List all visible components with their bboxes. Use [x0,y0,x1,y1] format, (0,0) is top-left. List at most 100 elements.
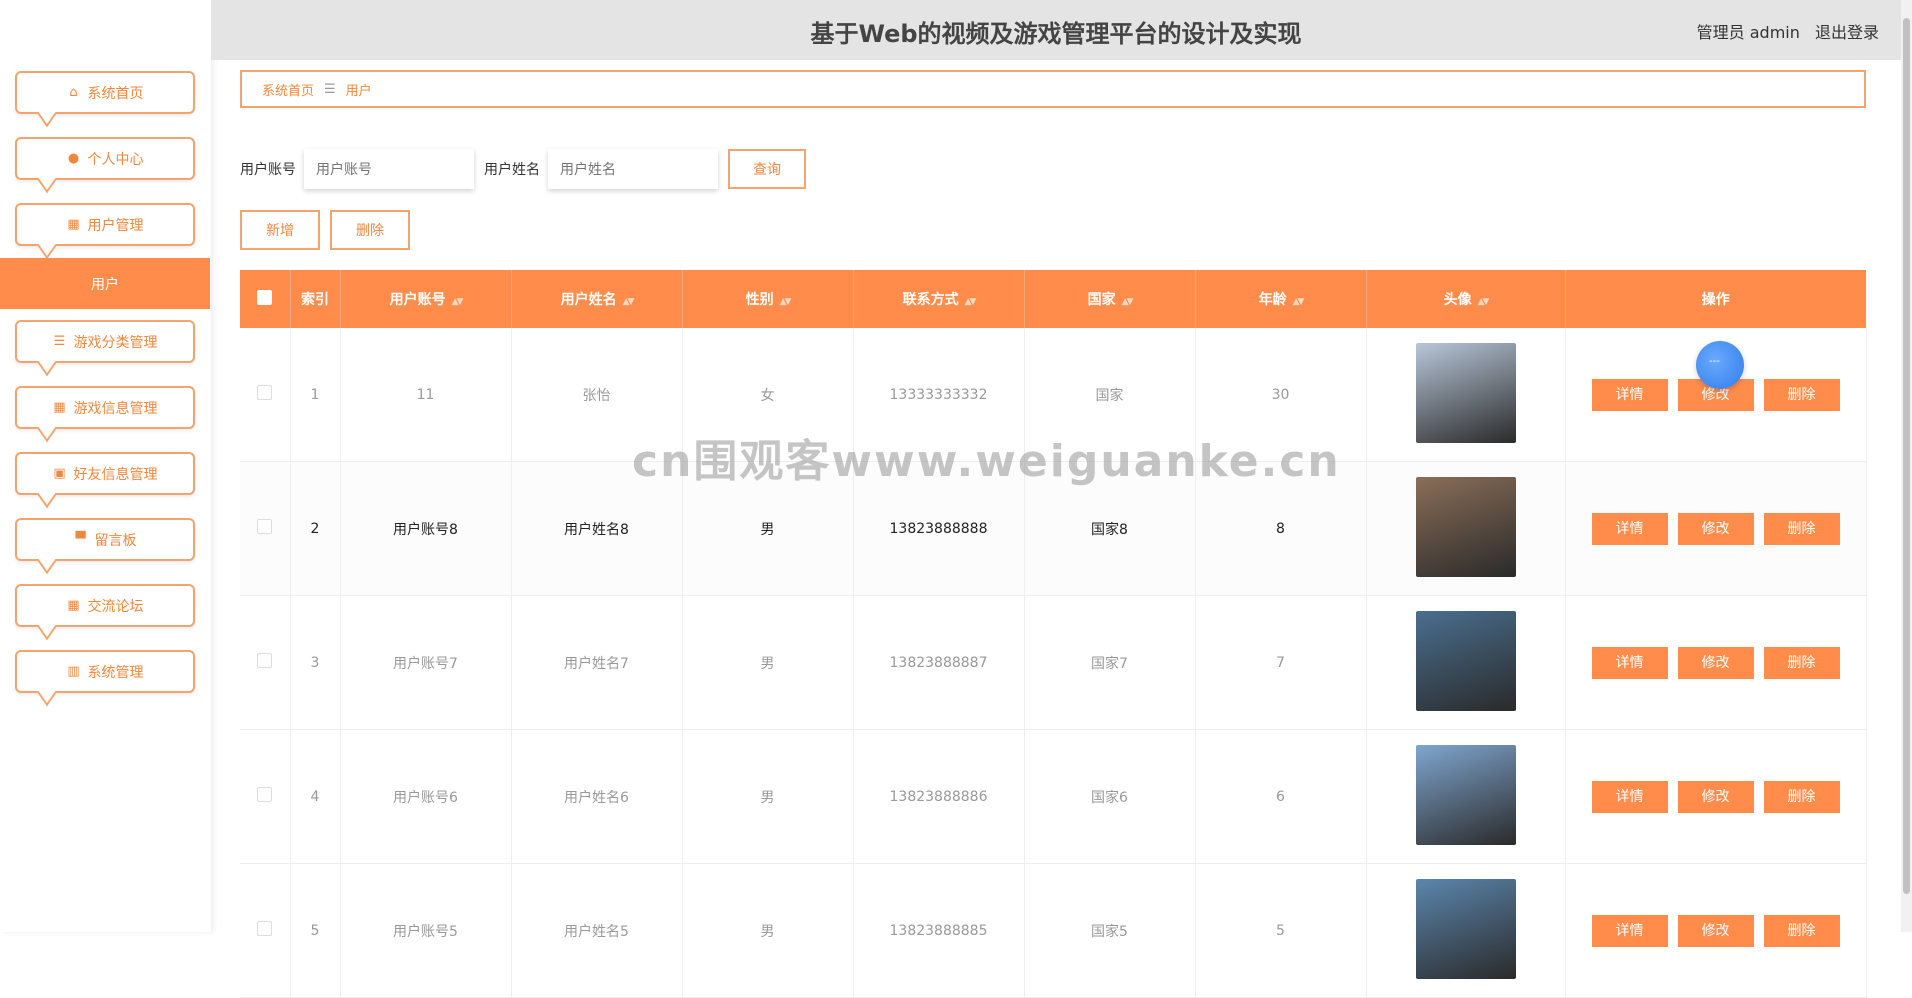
account-search-input[interactable] [304,149,474,189]
sidebar-item[interactable]: ▦ 用户管理 [15,203,195,246]
query-button[interactable]: 查询 [728,149,806,189]
cell-operations: 详情 修改 删除 [1565,863,1867,998]
cell-age: 6 [1195,729,1367,864]
row-checkbox[interactable] [257,787,273,802]
avatar [1415,878,1516,979]
row-checkbox[interactable] [257,653,273,668]
detail-button[interactable]: 详情 [1591,378,1668,411]
cell-name: 用户姓名8 [511,461,683,596]
breadcrumb-current: 用户 [345,83,372,99]
column-header[interactable]: 头像 ▲▼ [1366,270,1566,328]
row-checkbox[interactable] [257,519,273,534]
floating-assistant-icon[interactable] [1696,341,1744,389]
column-header[interactable]: 年龄 ▲▼ [1195,270,1367,328]
sort-icon[interactable]: ▲▼ [1122,297,1134,307]
cell-country: 国家5 [1024,863,1196,998]
sidebar-item[interactable]: ▣ 好友信息管理 [15,452,195,495]
cell-index: 5 [290,863,341,998]
action-bar: 新增 删除 [240,210,420,250]
batch-delete-button[interactable]: 删除 [330,210,410,250]
cell-country: 国家 [1024,328,1196,462]
select-all-checkbox-cell[interactable] [240,270,291,328]
cell-phone: 13823888885 [853,863,1025,998]
account-label: 用户账号 [240,162,296,178]
delete-button[interactable]: 删除 [1763,646,1840,679]
column-header[interactable]: 用户姓名 ▲▼ [511,270,683,328]
sidebar-item-label: 个人中心 [87,151,144,168]
sidebar-item[interactable]: ▦ 交流论坛 [15,584,195,627]
edit-button[interactable]: 修改 [1677,780,1754,813]
edit-button[interactable]: 修改 [1677,646,1754,679]
scrollbar[interactable] [1901,0,1912,932]
cell-age: 8 [1195,461,1367,596]
column-header[interactable]: 性别 ▲▼ [682,270,854,328]
cell-avatar [1366,328,1566,462]
sidebar-item[interactable]: ▀ 留言板 [15,518,195,561]
cell-account: 用户账号7 [340,595,512,730]
row-checkbox[interactable] [257,385,273,400]
sidebar-item[interactable]: ▥ 系统管理 [15,650,195,693]
cell-index: 1 [290,328,341,462]
cell-account: 用户账号6 [340,729,512,864]
column-header: 操作 [1565,270,1866,328]
top-bar: 基于Web的视频及游戏管理平台的设计及实现 管理员 admin 退出登录 [211,0,1901,60]
detail-button[interactable]: 详情 [1591,646,1668,679]
cell-age: 7 [1195,595,1367,730]
cell-gender: 男 [682,461,854,596]
sidebar-item[interactable]: ☰ 游戏分类管理 [15,320,195,363]
detail-button[interactable]: 详情 [1591,914,1668,947]
column-header[interactable]: 国家 ▲▼ [1024,270,1196,328]
detail-button[interactable]: 详情 [1591,512,1668,545]
avatar [1415,476,1516,577]
row-checkbox[interactable] [257,921,273,936]
sidebar-subitem-user[interactable]: 用户 [0,258,210,309]
delete-button[interactable]: 删除 [1763,512,1840,545]
sort-icon[interactable]: ▲▼ [965,297,977,307]
cell-account: 11 [340,328,512,462]
row-checkbox-cell[interactable] [240,863,291,998]
edit-button[interactable]: 修改 [1677,512,1754,545]
avatar [1415,610,1516,711]
cell-operations: 详情 修改 删除 [1565,729,1867,864]
sidebar-item[interactable]: ⌂ 系统首页 [15,71,195,114]
sort-icon[interactable]: ▲▼ [1293,297,1305,307]
table-row: 3 用户账号7 用户姓名7 男 13823888887 国家7 7 详情 修改 删除 [240,595,1867,730]
select-all-checkbox[interactable] [257,289,273,305]
book-icon: ▥ [67,664,80,679]
avatar [1415,744,1516,845]
cell-index: 3 [290,595,341,730]
row-checkbox-cell[interactable] [240,461,291,596]
sidebar-item[interactable]: ▦ 游戏信息管理 [15,386,195,429]
row-checkbox-cell[interactable] [240,729,291,864]
sort-icon[interactable]: ▲▼ [623,297,635,307]
cell-operations: 详情 修改 删除 [1565,595,1867,730]
sort-icon[interactable]: ▲▼ [452,297,464,307]
sort-icon[interactable]: ▲▼ [780,297,792,307]
column-header[interactable]: 联系方式 ▲▼ [853,270,1025,328]
cell-avatar [1366,863,1566,998]
logout-link[interactable]: 退出登录 [1815,23,1879,42]
page-title: 基于Web的视频及游戏管理平台的设计及实现 [810,20,1302,48]
row-checkbox-cell[interactable] [240,328,291,462]
column-header[interactable]: 用户账号 ▲▼ [340,270,512,328]
sort-icon[interactable]: ▲▼ [1478,297,1490,307]
delete-button[interactable]: 删除 [1763,378,1840,411]
edit-button[interactable]: 修改 [1677,914,1754,947]
briefcase-icon: ▣ [53,466,66,481]
delete-button[interactable]: 删除 [1763,780,1840,813]
row-checkbox-cell[interactable] [240,595,291,730]
sidebar-item[interactable]: ● 个人中心 [15,137,195,180]
breadcrumb-home[interactable]: 系统首页 [262,80,314,99]
add-button[interactable]: 新增 [240,210,320,250]
column-header-label: 国家 [1087,292,1116,308]
name-search-input[interactable] [548,149,718,189]
detail-button[interactable]: 详情 [1591,780,1668,813]
table-header-row: 索引 用户账号 ▲▼ 用户姓名 ▲▼ 性别 ▲▼ 联系方式 ▲▼ 国家 ▲▼ 年龄 ▲▼ 头像 ▲▼ 操作 [240,270,1866,328]
delete-button[interactable]: 删除 [1763,914,1840,947]
sidebar-item-label: 游戏分类管理 [73,334,158,351]
name-label: 用户姓名 [484,162,540,178]
cell-avatar [1366,461,1566,596]
column-header-label: 用户姓名 [560,292,617,308]
column-header-label: 联系方式 [902,292,959,308]
scrollbar-thumb[interactable] [1903,18,1910,894]
